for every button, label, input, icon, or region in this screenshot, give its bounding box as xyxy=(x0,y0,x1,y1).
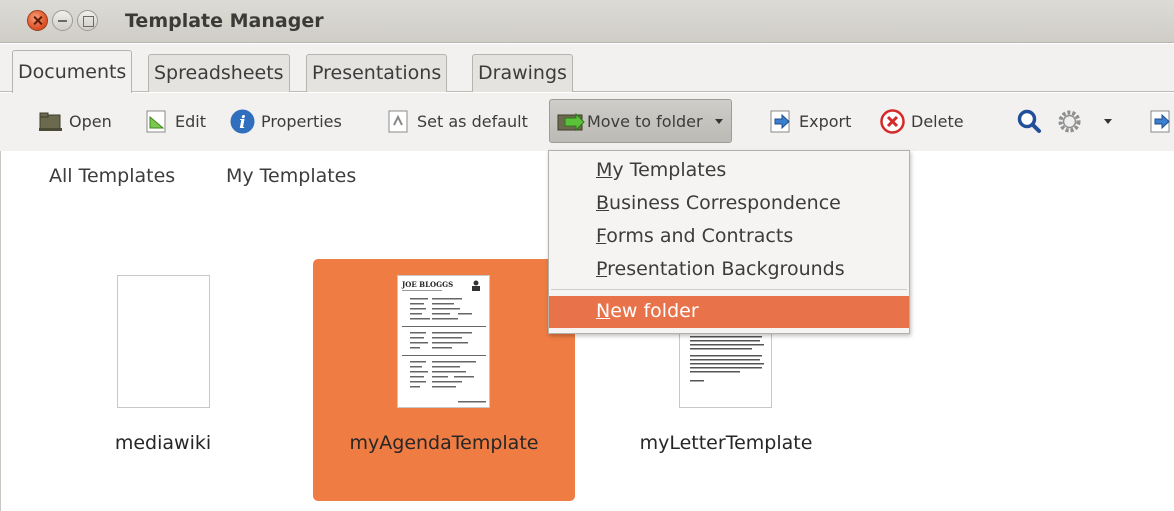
filter-my-templates[interactable]: My Templates xyxy=(226,165,356,187)
menu-mnemonic: F xyxy=(596,225,607,247)
tab-spreadsheets[interactable]: Spreadsheets xyxy=(148,54,290,92)
settings-chevron-down-icon xyxy=(1104,118,1112,124)
edit-template-icon xyxy=(144,109,169,134)
menu-item-my-templates[interactable]: My Templates xyxy=(596,159,726,181)
delete-icon xyxy=(880,108,905,134)
menu-item-presentation-backgrounds[interactable]: Presentation Backgrounds xyxy=(596,258,845,280)
template-name: myAgendaTemplate xyxy=(349,432,539,454)
properties-label: Properties xyxy=(261,111,342,131)
properties-button[interactable]: i Properties xyxy=(230,106,342,136)
window-title: Template Manager xyxy=(125,10,324,32)
tab-drawings[interactable]: Drawings xyxy=(472,54,573,92)
menu-item-forms-and-contracts[interactable]: Forms and Contracts xyxy=(596,225,793,247)
menu-separator xyxy=(551,289,907,290)
tab-bar: Documents Spreadsheets Presentations Dra… xyxy=(0,44,1174,93)
template-thumbnail: JOE BLOGGS xyxy=(397,275,490,408)
menu-item-label: usiness Correspondence xyxy=(609,192,841,214)
edit-label: Edit xyxy=(175,111,206,131)
search-button[interactable] xyxy=(1017,106,1048,136)
title-bar: Template Manager xyxy=(0,0,1174,43)
template-name: mediawiki xyxy=(114,432,212,454)
export-button[interactable]: Export xyxy=(768,106,851,136)
set-as-default-button[interactable]: Set as default xyxy=(386,106,528,136)
export-label: Export xyxy=(799,111,852,131)
menu-item-label: resentation Backgrounds xyxy=(607,258,845,280)
search-icon xyxy=(1017,109,1042,134)
info-icon: i xyxy=(230,109,255,134)
chevron-down-icon xyxy=(714,118,723,124)
delete-button[interactable]: Delete xyxy=(880,106,964,136)
tab-presentations[interactable]: Presentations xyxy=(306,54,448,92)
set-default-icon xyxy=(386,109,411,134)
edit-button[interactable]: Edit xyxy=(144,106,206,136)
export-icon xyxy=(768,109,793,134)
agenda-preview-heading: JOE BLOGGS xyxy=(401,280,453,289)
left-border xyxy=(0,151,1,511)
menu-item-label: y Templates xyxy=(612,159,727,181)
open-button[interactable]: Open xyxy=(38,106,112,136)
minimize-window-button[interactable] xyxy=(52,10,73,31)
menu-item-label: orms and Contracts xyxy=(606,225,794,247)
menu-item-label: ew folder xyxy=(610,300,699,322)
move-to-folder-label: Move to folder xyxy=(587,111,703,131)
menu-mnemonic: N xyxy=(596,300,611,322)
menu-item-new-folder[interactable]: New folder xyxy=(549,296,909,328)
filter-all-templates[interactable]: All Templates xyxy=(49,165,175,187)
delete-label: Delete xyxy=(911,111,964,131)
folder-open-icon xyxy=(38,109,63,134)
import-button[interactable] xyxy=(1148,106,1174,136)
toolbar: Open Edit i Properties Set as default Mo… xyxy=(0,93,1174,151)
move-to-folder-button[interactable]: Move to folder xyxy=(549,99,732,143)
settings-button[interactable] xyxy=(1057,106,1112,136)
maximize-window-button[interactable] xyxy=(77,10,98,31)
menu-item-business-correspondence[interactable]: Business Correspondence xyxy=(596,192,841,214)
template-thumbnail xyxy=(117,275,210,408)
close-window-button[interactable] xyxy=(27,10,48,31)
menu-mnemonic: B xyxy=(596,192,610,214)
import-icon xyxy=(1148,109,1173,134)
svg-text:i: i xyxy=(239,113,245,133)
gear-icon xyxy=(1057,109,1082,134)
open-label: Open xyxy=(69,111,112,131)
move-to-folder-menu: My Templates Business Correspondence For… xyxy=(548,150,910,334)
tab-documents[interactable]: Documents xyxy=(12,50,133,93)
move-folder-icon xyxy=(556,109,585,134)
menu-mnemonic: P xyxy=(596,258,608,280)
set-default-label: Set as default xyxy=(417,111,528,131)
template-name: myLetterTemplate xyxy=(639,432,813,454)
menu-mnemonic: M xyxy=(596,159,613,181)
